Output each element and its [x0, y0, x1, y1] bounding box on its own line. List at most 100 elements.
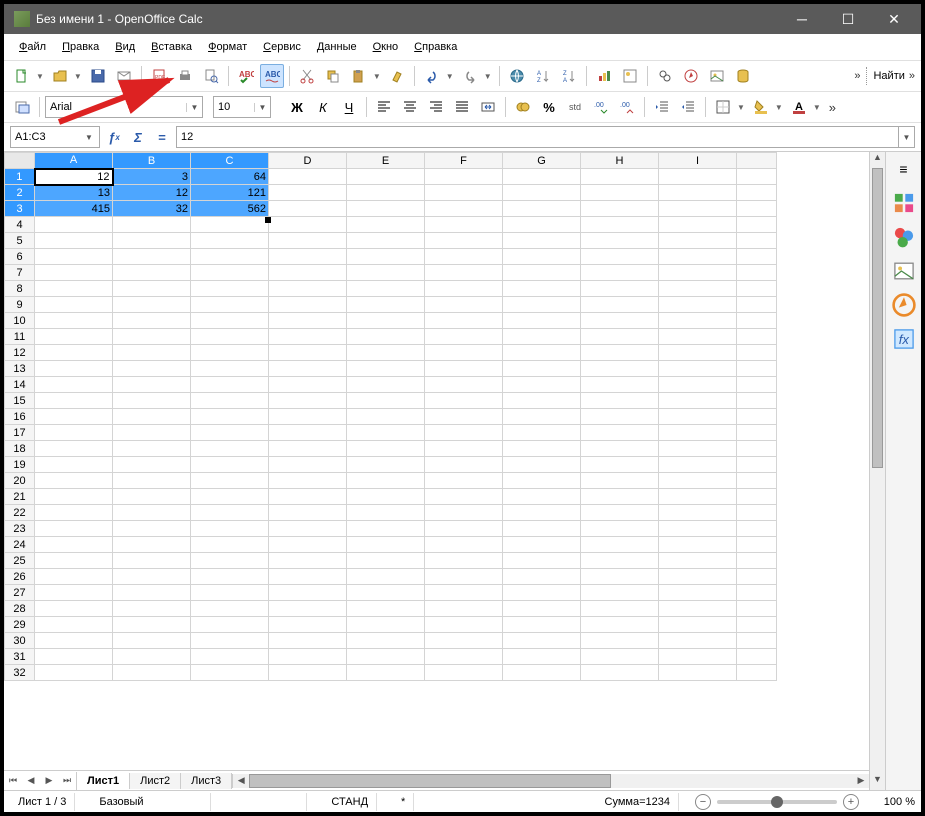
bold-button[interactable]: Ж	[285, 95, 309, 119]
zoom-in-button[interactable]: +	[843, 794, 859, 810]
tab-nav-last[interactable]: ⏭	[58, 772, 76, 790]
cell-B10[interactable]	[113, 313, 191, 329]
cell-F28[interactable]	[425, 601, 503, 617]
borders-dropdown[interactable]: ▼	[735, 103, 747, 112]
cell-H23[interactable]	[581, 521, 659, 537]
cell-F31[interactable]	[425, 649, 503, 665]
cell-F4[interactable]	[425, 217, 503, 233]
cell-F21[interactable]	[425, 489, 503, 505]
row-header-17[interactable]: 17	[5, 425, 35, 441]
vscroll-down[interactable]: ▼	[870, 774, 885, 790]
cell-E5[interactable]	[347, 233, 425, 249]
cell-D1[interactable]	[269, 169, 347, 185]
autospell-button[interactable]: ABC	[260, 64, 284, 88]
hyperlink-button[interactable]	[505, 64, 529, 88]
cell-G20[interactable]	[503, 473, 581, 489]
vscroll-up[interactable]: ▲	[870, 152, 885, 168]
cell-G25[interactable]	[503, 553, 581, 569]
cell-G22[interactable]	[503, 505, 581, 521]
cell-C24[interactable]	[191, 537, 269, 553]
cell-C2[interactable]: 121	[191, 185, 269, 201]
row-header-31[interactable]: 31	[5, 649, 35, 665]
spreadsheet-grid[interactable]: ABCDEFGHI1123642131212134153256245678910…	[4, 152, 777, 681]
cell-E9[interactable]	[347, 297, 425, 313]
col-header-F[interactable]: F	[425, 153, 503, 169]
cell-E23[interactable]	[347, 521, 425, 537]
cell-E32[interactable]	[347, 665, 425, 681]
cell-A7[interactable]	[35, 265, 113, 281]
cell-I30[interactable]	[659, 633, 737, 649]
cell-D21[interactable]	[269, 489, 347, 505]
cell-D17[interactable]	[269, 425, 347, 441]
cell-F17[interactable]	[425, 425, 503, 441]
cell-E16[interactable]	[347, 409, 425, 425]
redo-dropdown[interactable]: ▼	[482, 72, 494, 81]
row-header-11[interactable]: 11	[5, 329, 35, 345]
add-decimal-button[interactable]: .00	[589, 95, 613, 119]
cell-B22[interactable]	[113, 505, 191, 521]
cell-B21[interactable]	[113, 489, 191, 505]
cell-E24[interactable]	[347, 537, 425, 553]
cell-A3[interactable]: 415	[35, 201, 113, 217]
cell-A24[interactable]	[35, 537, 113, 553]
cell-A25[interactable]	[35, 553, 113, 569]
cell-A5[interactable]	[35, 233, 113, 249]
cell-F8[interactable]	[425, 281, 503, 297]
col-header-C[interactable]: C	[191, 153, 269, 169]
cell-F13[interactable]	[425, 361, 503, 377]
cell-G24[interactable]	[503, 537, 581, 553]
cell-H25[interactable]	[581, 553, 659, 569]
formula-expand-button[interactable]: ▼	[899, 126, 915, 148]
row-header-18[interactable]: 18	[5, 441, 35, 457]
show-draw-button[interactable]	[618, 64, 642, 88]
fontcolor-dropdown[interactable]: ▼	[811, 103, 823, 112]
cell-D29[interactable]	[269, 617, 347, 633]
cell-B11[interactable]	[113, 329, 191, 345]
print-button[interactable]	[173, 64, 197, 88]
cell-G19[interactable]	[503, 457, 581, 473]
cell-B23[interactable]	[113, 521, 191, 537]
cell-H2[interactable]	[581, 185, 659, 201]
cell-G4[interactable]	[503, 217, 581, 233]
cell-A23[interactable]	[35, 521, 113, 537]
cell-I4[interactable]	[659, 217, 737, 233]
cell-I29[interactable]	[659, 617, 737, 633]
cell-B14[interactable]	[113, 377, 191, 393]
cell-G11[interactable]	[503, 329, 581, 345]
cell-B9[interactable]	[113, 297, 191, 313]
cell-I12[interactable]	[659, 345, 737, 361]
cell-C1[interactable]: 64	[191, 169, 269, 185]
cell-C25[interactable]	[191, 553, 269, 569]
cell-H12[interactable]	[581, 345, 659, 361]
cell-reference-input[interactable]	[11, 131, 81, 143]
cell-C22[interactable]	[191, 505, 269, 521]
cell-A15[interactable]	[35, 393, 113, 409]
hscroll-left[interactable]: ◀	[233, 775, 249, 786]
cell-H31[interactable]	[581, 649, 659, 665]
row-header-15[interactable]: 15	[5, 393, 35, 409]
horizontal-scrollbar[interactable]: ◀ ▶	[232, 774, 869, 788]
cell-B28[interactable]	[113, 601, 191, 617]
cell-D24[interactable]	[269, 537, 347, 553]
font-name-combo[interactable]: ▼	[45, 96, 203, 118]
row-header-14[interactable]: 14	[5, 377, 35, 393]
row-header-25[interactable]: 25	[5, 553, 35, 569]
cell-H9[interactable]	[581, 297, 659, 313]
cell-C11[interactable]	[191, 329, 269, 345]
delete-decimal-button[interactable]: .00	[615, 95, 639, 119]
cell-B17[interactable]	[113, 425, 191, 441]
export-pdf-button[interactable]: PDF	[147, 64, 171, 88]
cell-I15[interactable]	[659, 393, 737, 409]
cell-C31[interactable]	[191, 649, 269, 665]
cell-I1[interactable]	[659, 169, 737, 185]
cell-I20[interactable]	[659, 473, 737, 489]
row-header-23[interactable]: 23	[5, 521, 35, 537]
vertical-scrollbar[interactable]: ▲ ▼	[869, 152, 885, 790]
open-button[interactable]	[48, 64, 72, 88]
cell-H28[interactable]	[581, 601, 659, 617]
cell-F30[interactable]	[425, 633, 503, 649]
cell-H21[interactable]	[581, 489, 659, 505]
select-all-corner[interactable]	[5, 153, 35, 169]
col-header-H[interactable]: H	[581, 153, 659, 169]
cell-I24[interactable]	[659, 537, 737, 553]
